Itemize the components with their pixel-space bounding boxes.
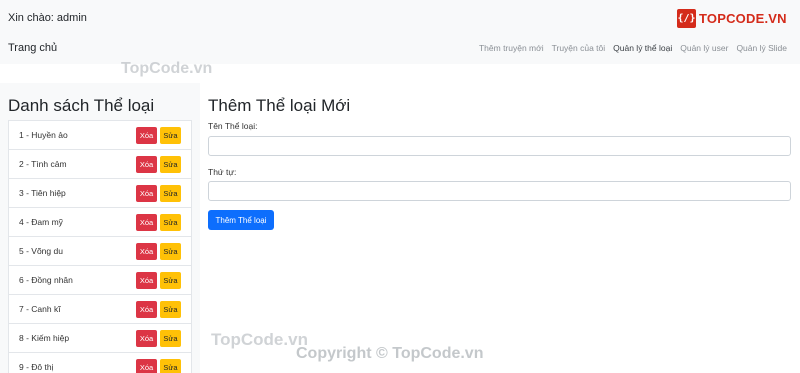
- main-content: Danh sách Thể loại 1 - Huyền ảo Xóa Sửa …: [0, 83, 800, 373]
- list-item: 4 - Đam mỹ Xóa Sửa: [9, 208, 191, 237]
- delete-button[interactable]: Xóa: [136, 127, 157, 144]
- list-item: 7 - Canh kĩ Xóa Sửa: [9, 295, 191, 324]
- edit-button[interactable]: Sửa: [160, 301, 181, 318]
- category-label: 8 - Kiếm hiệp: [19, 333, 70, 343]
- watermark-copyright: Copyright © TopCode.vn: [296, 345, 484, 362]
- edit-button[interactable]: Sửa: [160, 330, 181, 347]
- nav-manage-users[interactable]: Quản lý user: [680, 43, 728, 53]
- edit-button[interactable]: Sửa: [160, 272, 181, 289]
- category-list-title: Danh sách Thể loại: [8, 96, 155, 115]
- nav-add-story[interactable]: Thêm truyện mới: [479, 43, 544, 53]
- add-category-button[interactable]: Thêm Thể loại: [208, 210, 274, 230]
- navbar: Xin chào: admin Trang chủ {/} TOPCODE.VN…: [0, 0, 800, 64]
- category-label: 7 - Canh kĩ: [19, 304, 61, 314]
- watermark-top: TopCode.vn: [121, 60, 213, 77]
- category-label: 4 - Đam mỹ: [19, 217, 63, 227]
- category-label: 1 - Huyền ảo: [19, 130, 68, 140]
- home-link[interactable]: Trang chủ: [8, 42, 57, 54]
- nav-my-stories[interactable]: Truyện của tôi: [552, 43, 606, 53]
- list-item: 2 - Tình cảm Xóa Sửa: [9, 150, 191, 179]
- delete-button[interactable]: Xóa: [136, 156, 157, 173]
- order-input[interactable]: [208, 181, 791, 201]
- nav-manage-categories[interactable]: Quản lý thể loại: [613, 43, 672, 53]
- delete-button[interactable]: Xóa: [136, 301, 157, 318]
- category-label: 6 - Đồng nhân: [19, 275, 73, 285]
- list-item: 8 - Kiếm hiệp Xóa Sửa: [9, 324, 191, 353]
- edit-button[interactable]: Sửa: [160, 127, 181, 144]
- category-label: 2 - Tình cảm: [19, 159, 67, 169]
- edit-button[interactable]: Sửa: [160, 243, 181, 260]
- category-label: 3 - Tiên hiệp: [19, 188, 66, 198]
- form-title: Thêm Thể loại Mới: [208, 96, 351, 115]
- watermark-bottom: TopCode.vn: [211, 330, 308, 349]
- list-item: 9 - Đô thị Xóa Sửa: [9, 353, 191, 373]
- list-item: 3 - Tiên hiệp Xóa Sửa: [9, 179, 191, 208]
- category-name-input[interactable]: [208, 136, 791, 156]
- category-sidebar: Danh sách Thể loại 1 - Huyền ảo Xóa Sửa …: [0, 83, 200, 373]
- delete-button[interactable]: Xóa: [136, 185, 157, 202]
- category-label: 9 - Đô thị: [19, 362, 54, 372]
- order-label: Thứ tự:: [208, 167, 237, 177]
- logo-icon: {/}: [677, 9, 696, 28]
- edit-button[interactable]: Sửa: [160, 214, 181, 231]
- logo-text: TOPCODE.VN: [699, 11, 787, 26]
- nav-manage-slides[interactable]: Quản lý Slide: [736, 43, 787, 53]
- category-label: 5 - Võng du: [19, 246, 63, 256]
- category-name-label: Tên Thể loại:: [208, 121, 258, 131]
- list-item: 6 - Đồng nhân Xóa Sửa: [9, 266, 191, 295]
- edit-button[interactable]: Sửa: [160, 359, 181, 373]
- delete-button[interactable]: Xóa: [136, 272, 157, 289]
- site-logo[interactable]: {/} TOPCODE.VN: [677, 9, 787, 28]
- delete-button[interactable]: Xóa: [136, 214, 157, 231]
- greeting-text: Xin chào: admin: [8, 12, 87, 24]
- list-item: 5 - Võng du Xóa Sửa: [9, 237, 191, 266]
- list-item: 1 - Huyền ảo Xóa Sửa: [9, 121, 191, 150]
- delete-button[interactable]: Xóa: [136, 243, 157, 260]
- top-nav: Thêm truyện mới Truyện của tôi Quản lý t…: [479, 43, 787, 53]
- category-list: 1 - Huyền ảo Xóa Sửa 2 - Tình cảm Xóa Sử…: [8, 120, 192, 373]
- edit-button[interactable]: Sửa: [160, 156, 181, 173]
- delete-button[interactable]: Xóa: [136, 359, 157, 373]
- delete-button[interactable]: Xóa: [136, 330, 157, 347]
- edit-button[interactable]: Sửa: [160, 185, 181, 202]
